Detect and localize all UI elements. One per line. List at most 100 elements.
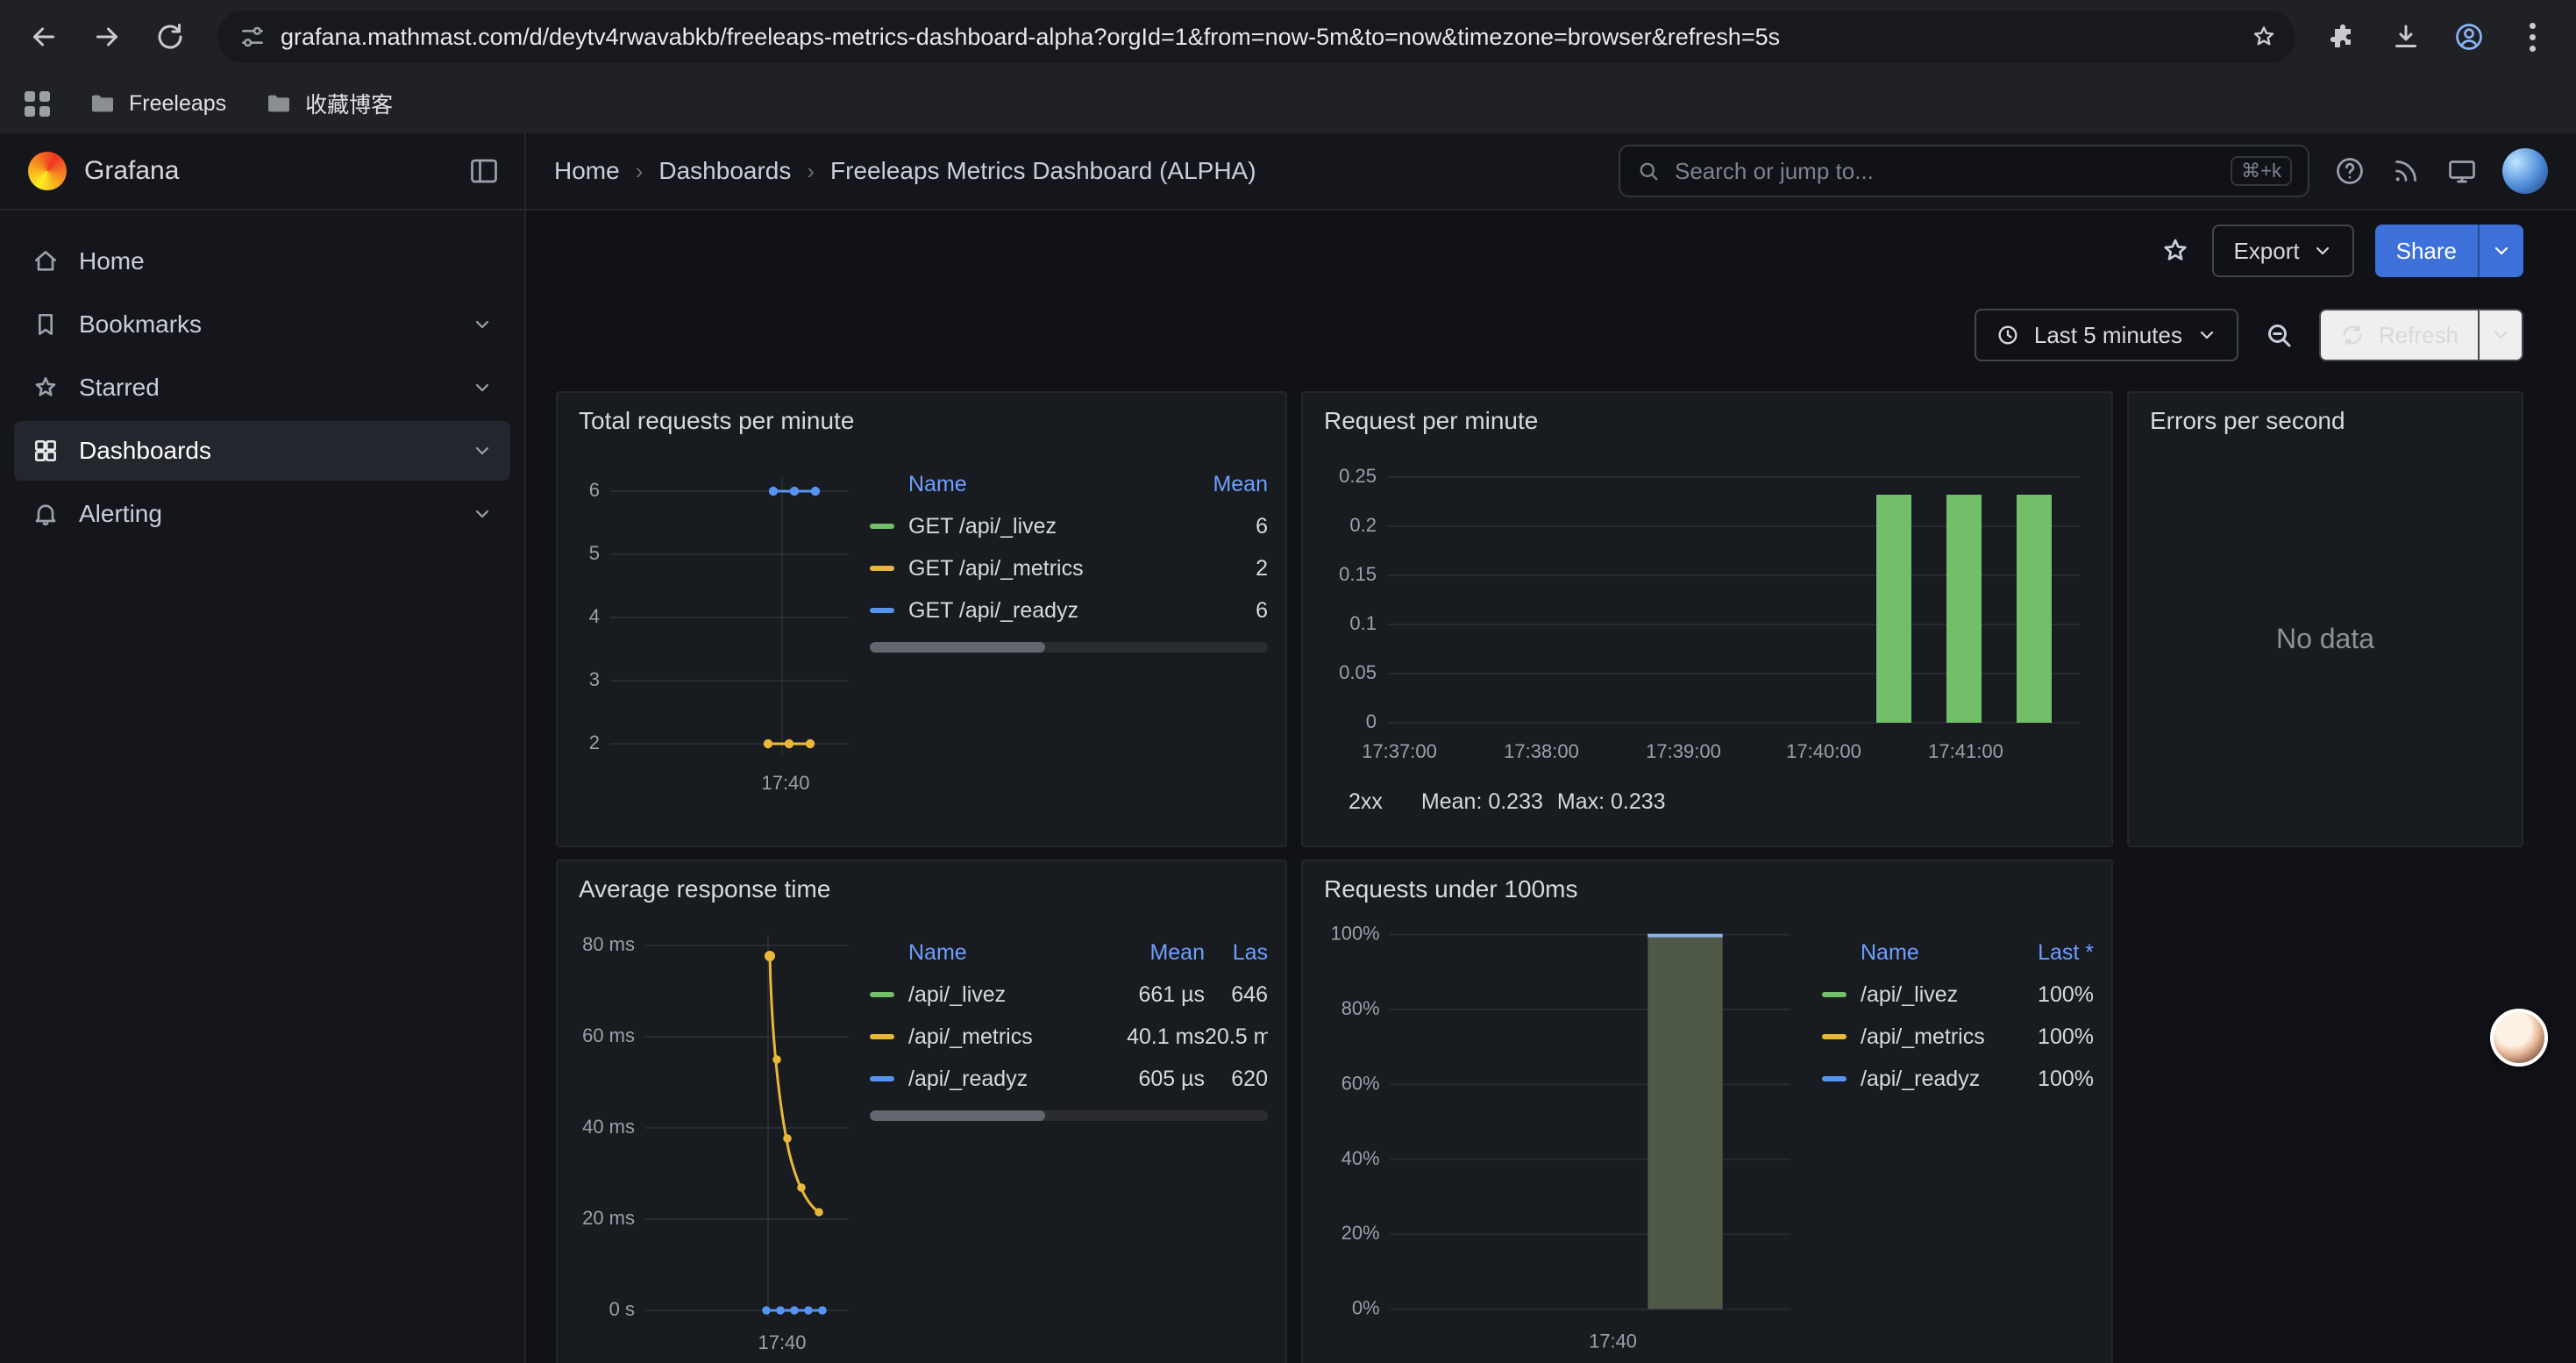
export-button[interactable]: Export <box>2212 225 2353 277</box>
user-avatar[interactable] <box>2502 148 2548 194</box>
breadcrumb-dashboards[interactable]: Dashboards <box>658 157 791 185</box>
svg-text:0.2: 0.2 <box>1349 514 1377 536</box>
zoom-out-button[interactable] <box>2263 319 2295 351</box>
chevron-down-icon[interactable] <box>472 440 493 461</box>
collapse-sidebar-button[interactable] <box>468 155 500 187</box>
legend-row[interactable]: GET /api/_metrics 2 <box>870 547 1268 589</box>
brand-name: Grafana <box>84 156 179 186</box>
site-settings-icon[interactable] <box>238 23 267 51</box>
help-button[interactable] <box>2334 155 2366 187</box>
panel-title[interactable]: Total requests per minute <box>579 407 1268 435</box>
browser-menu-button[interactable] <box>2502 7 2562 67</box>
reload-button[interactable] <box>140 7 200 67</box>
url-bar[interactable] <box>217 11 2295 63</box>
search-input[interactable] <box>1675 158 2217 185</box>
legend-col-mean[interactable]: Mean <box>1198 472 1268 497</box>
time-range-picker[interactable]: Last 5 minutes <box>1975 309 2238 361</box>
display-button[interactable] <box>2446 155 2478 187</box>
scrollbar-thumb[interactable] <box>870 1110 1045 1121</box>
svg-text:0 s: 0 s <box>609 1298 635 1320</box>
legend-scrollbar[interactable] <box>870 1110 1268 1121</box>
share-label[interactable]: Share <box>2375 225 2478 277</box>
chevron-down-icon <box>2312 240 2333 261</box>
sidebar-item-alerting[interactable]: Alerting <box>14 484 510 544</box>
assistant-avatar[interactable] <box>2490 1009 2548 1067</box>
panel-title[interactable]: Errors per second <box>2150 407 2504 435</box>
legend-row[interactable]: /api/_livez 100% <box>1822 974 2094 1016</box>
apps-grid-icon[interactable] <box>25 91 50 117</box>
panel-title[interactable]: Request per minute <box>1324 407 2094 435</box>
share-button[interactable]: Share <box>2375 225 2523 277</box>
legend-row[interactable]: /api/_metrics 100% <box>1822 1016 2094 1058</box>
profile-button[interactable] <box>2439 7 2499 67</box>
series-name: /api/_livez <box>908 982 1107 1008</box>
svg-text:20 ms: 20 ms <box>582 1207 635 1229</box>
legend-col-last[interactable]: Las <box>1205 940 1268 966</box>
breadcrumb-home[interactable]: Home <box>554 157 620 185</box>
bookmark-folder-blog[interactable]: 收藏博客 <box>265 88 393 119</box>
series-color-dash <box>1822 1034 1847 1039</box>
sidebar-item-label: Home <box>79 247 145 275</box>
series-name: /api/_readyz <box>908 1067 1107 1092</box>
series-color-dash <box>870 1076 894 1081</box>
svg-text:40 ms: 40 ms <box>582 1116 635 1138</box>
forward-button[interactable] <box>77 7 137 67</box>
extensions-button[interactable] <box>2313 7 2373 67</box>
reload-icon <box>154 21 186 53</box>
sidebar-item-home[interactable]: Home <box>14 232 510 291</box>
legend-row[interactable]: /api/_readyz 100% <box>1822 1058 2094 1100</box>
chevron-down-icon[interactable] <box>472 377 493 398</box>
svg-text:20%: 20% <box>1341 1222 1380 1244</box>
legend-col-name[interactable]: Name <box>908 940 1107 966</box>
chevron-down-icon[interactable] <box>472 314 493 335</box>
legend-col-name[interactable]: Name <box>1861 940 2017 966</box>
chevron-down-icon[interactable] <box>472 503 493 525</box>
series-name: /api/_metrics <box>1861 1024 2017 1050</box>
sidebar-item-starred[interactable]: Starred <box>14 358 510 417</box>
legend-col-mean[interactable]: Mean <box>1107 940 1205 966</box>
news-button[interactable] <box>2390 155 2422 187</box>
search-box[interactable]: ⌘+k <box>1619 145 2309 197</box>
grafana-logo-icon[interactable] <box>28 152 67 190</box>
under-100ms-chart[interactable]: 100% 80% 60% 40% 20% 0% 17:40 <box>1320 910 1808 1359</box>
request-per-minute-chart[interactable]: 0.25 0.2 0.15 0.1 0.05 0 17:37:00 17: <box>1320 442 2097 779</box>
legend-col-name[interactable]: Name <box>908 472 1198 497</box>
url-input[interactable] <box>281 24 2225 51</box>
grafana-app: Grafana Home › Dashboards › Freeleaps Me… <box>0 133 2576 1363</box>
legend-row[interactable]: /api/_readyz 605 µs 620 <box>870 1058 1268 1100</box>
breadcrumb-separator: › <box>636 158 644 185</box>
bookmark-folder-freeleaps[interactable]: Freeleaps <box>89 89 226 118</box>
puzzle-icon <box>2327 21 2359 53</box>
bookmark-label: Freeleaps <box>129 91 226 117</box>
legend-row[interactable]: GET /api/_readyz 6 <box>870 589 1268 632</box>
bookmark-star-button[interactable] <box>2239 12 2288 61</box>
panel-legend[interactable]: 2xx Mean: 0.233 Max: 0.233 <box>1320 789 2094 815</box>
sidebar-item-label: Bookmarks <box>79 310 202 339</box>
series-last: 646 <box>1205 982 1268 1008</box>
back-button[interactable] <box>14 7 74 67</box>
legend-col-last[interactable]: Last * <box>2017 940 2094 966</box>
scrollbar-thumb[interactable] <box>870 642 1045 653</box>
series-last: 20.5 m <box>1205 1024 1268 1050</box>
favorite-dashboard-button[interactable] <box>2160 235 2191 267</box>
refresh-button[interactable]: Refresh <box>2319 309 2480 361</box>
panel-title[interactable]: Average response time <box>579 875 1268 903</box>
total-requests-chart[interactable]: 6 5 4 3 2 17:40 <box>575 442 856 814</box>
legend-row[interactable]: /api/_livez 661 µs 646 <box>870 974 1268 1016</box>
refresh-interval-button[interactable] <box>2480 309 2523 361</box>
legend-row[interactable]: GET /api/_livez 6 <box>870 505 1268 547</box>
svg-text:0.15: 0.15 <box>1339 563 1377 585</box>
panel-title[interactable]: Requests under 100ms <box>1324 875 2094 903</box>
downloads-button[interactable] <box>2376 7 2436 67</box>
legend-row[interactable]: /api/_metrics 40.1 ms 20.5 m <box>870 1016 1268 1058</box>
sidebar-item-bookmarks[interactable]: Bookmarks <box>14 295 510 354</box>
svg-text:0.25: 0.25 <box>1339 465 1377 487</box>
breadcrumb: Home › Dashboards › Freeleaps Metrics Da… <box>554 157 1256 185</box>
svg-text:2: 2 <box>589 731 600 753</box>
share-menu-button[interactable] <box>2478 225 2523 277</box>
svg-text:60%: 60% <box>1341 1072 1380 1094</box>
avg-response-chart[interactable]: 80 ms 60 ms 40 ms 20 ms 0 s 17:40 <box>575 910 856 1359</box>
legend-scrollbar[interactable] <box>870 642 1268 653</box>
svg-text:17:37:00: 17:37:00 <box>1362 740 1437 762</box>
sidebar-item-dashboards[interactable]: Dashboards <box>14 421 510 481</box>
